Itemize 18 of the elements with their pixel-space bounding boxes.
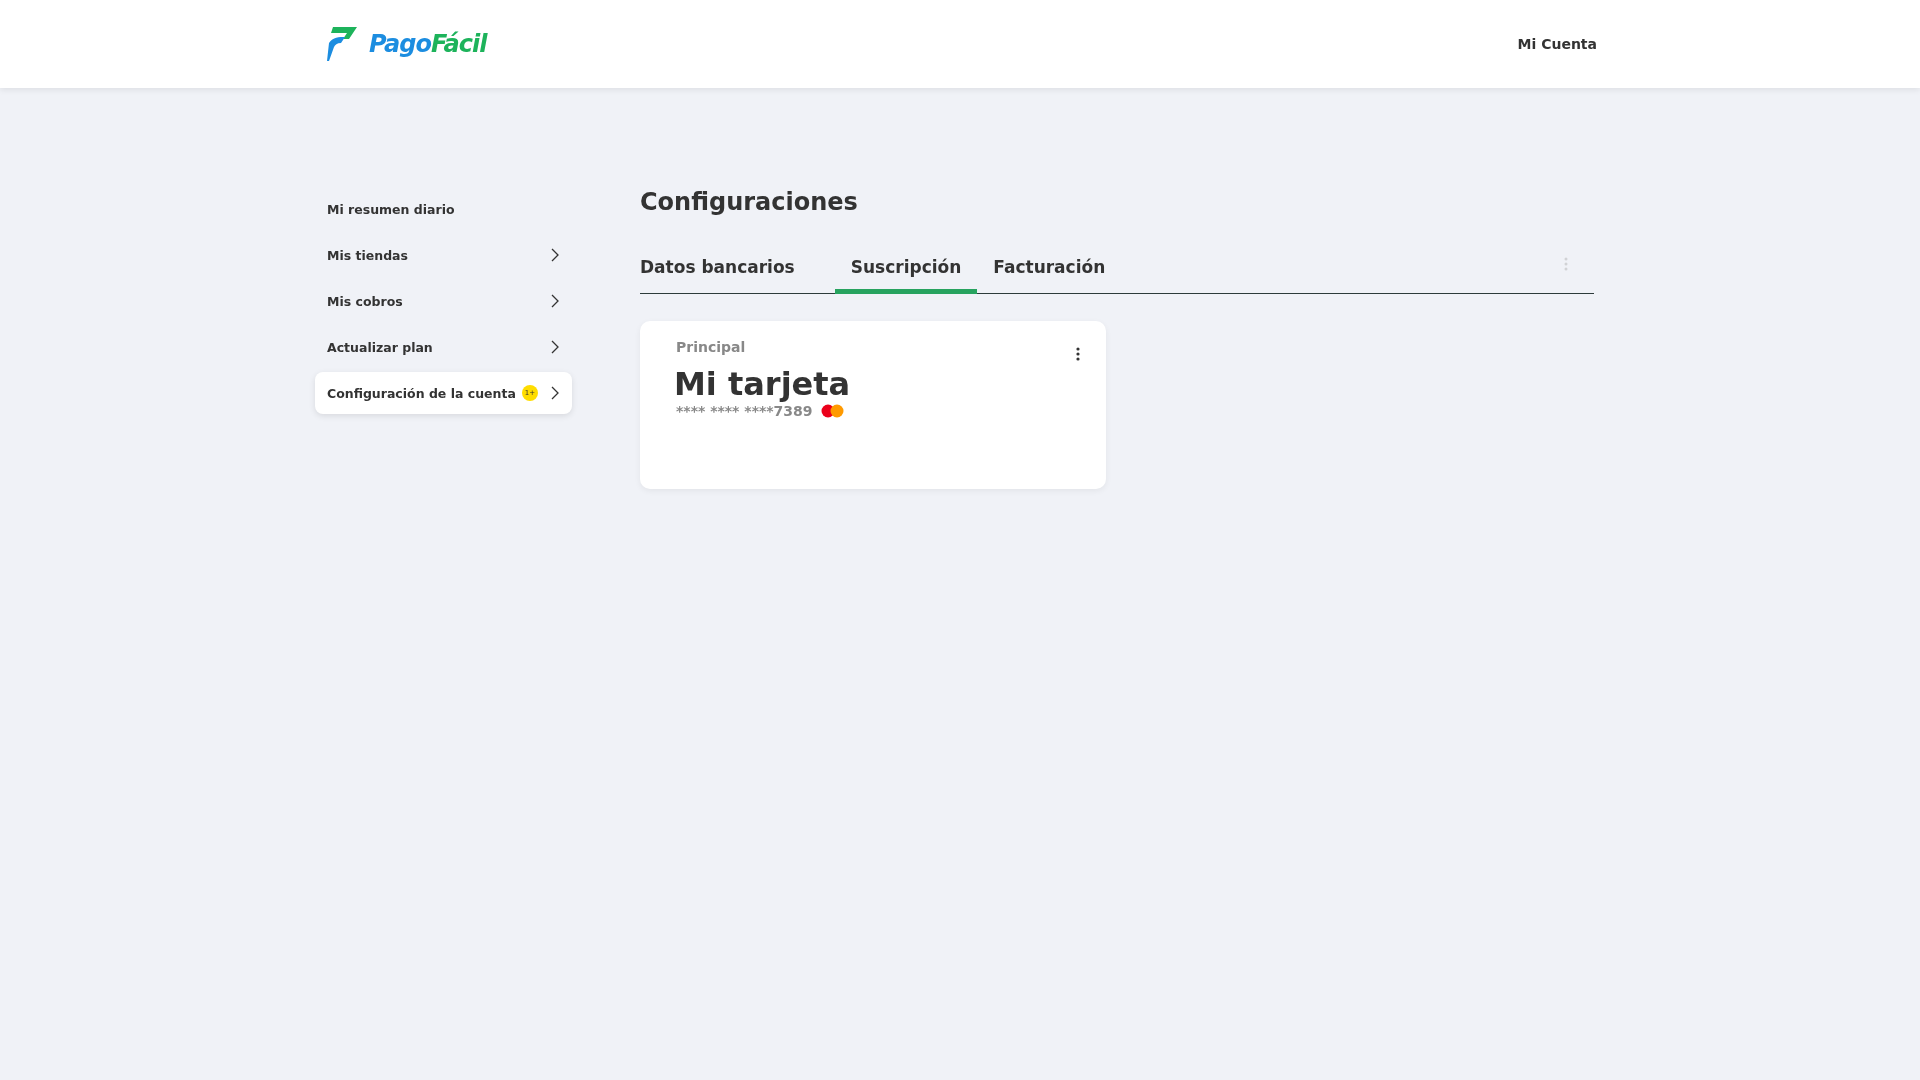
page-title: Configuraciones <box>640 188 859 216</box>
card-tag: Principal <box>676 339 746 355</box>
tab[interactable]: Facturación <box>977 243 1122 294</box>
account-link[interactable]: Mi Cuenta <box>1517 36 1597 52</box>
logo-text: PagoFácil <box>369 30 487 58</box>
card-name: Mi tarjeta <box>674 365 852 403</box>
card-number: **** **** ****7389 <box>676 403 813 419</box>
sidebar-item[interactable]: Mi resumen diario <box>315 188 572 230</box>
sidebar-item-label: Mis cobros <box>327 293 403 309</box>
sidebar-item[interactable]: Actualizar plan <box>315 326 572 368</box>
tab[interactable]: Suscripción <box>834 243 978 294</box>
sidebar-item-label: Mis tiendas <box>327 247 408 263</box>
sidebar-item[interactable]: Mis cobros <box>315 280 572 322</box>
sidebar-item-label: Actualizar plan <box>327 339 433 355</box>
sidebar-item[interactable]: Mis tiendas <box>315 234 572 276</box>
sidebar-item-label: Configuración de la cuenta <box>327 385 516 401</box>
tab[interactable]: Datos bancarios <box>640 243 811 294</box>
sidebar-item-label: Mi resumen diario <box>327 201 455 217</box>
